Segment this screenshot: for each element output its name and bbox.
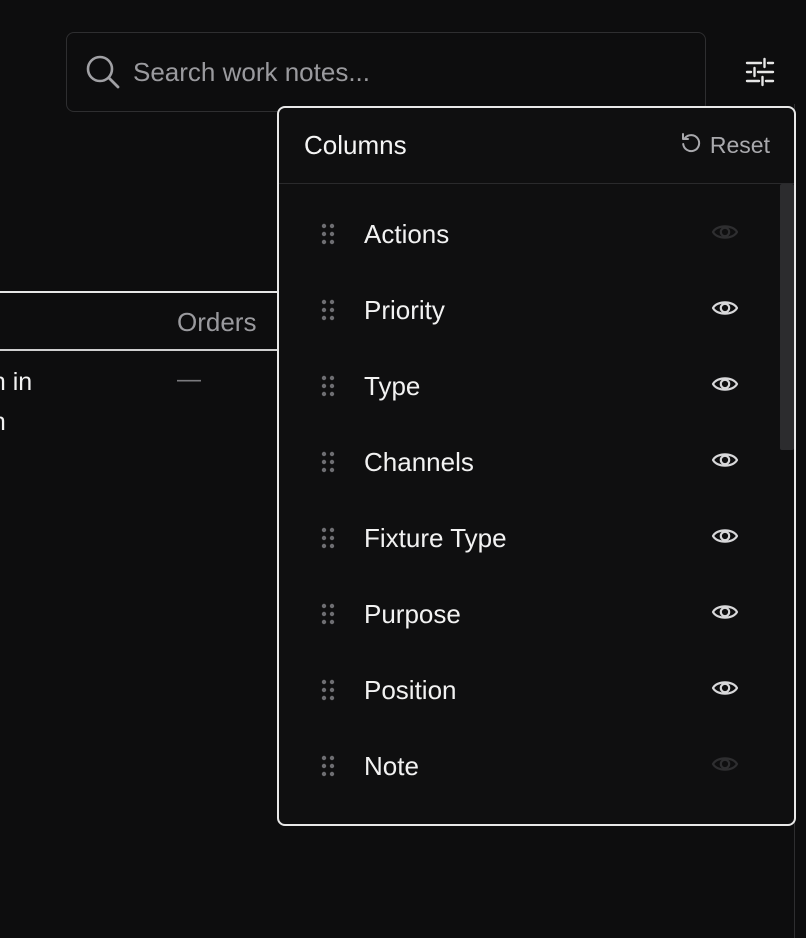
visibility-toggle[interactable] bbox=[709, 446, 741, 478]
column-item-label: Actions bbox=[364, 218, 450, 249]
popover-title: Columns bbox=[304, 130, 407, 160]
search-input[interactable] bbox=[133, 56, 705, 88]
column-item[interactable]: Note bbox=[279, 728, 794, 804]
table-cell-line: on in bbox=[0, 368, 33, 396]
reset-label: Reset bbox=[709, 132, 770, 158]
visibility-toggle[interactable] bbox=[709, 522, 741, 554]
reset-icon bbox=[680, 132, 702, 160]
column-item-label: Priority bbox=[364, 294, 445, 325]
column-item[interactable]: Actions bbox=[279, 196, 794, 272]
page: Orders on in on — Columns Reset Actions P… bbox=[0, 0, 806, 938]
drag-handle-icon[interactable] bbox=[321, 602, 335, 626]
drag-handle-icon[interactable] bbox=[321, 754, 335, 778]
table-cell-line: on bbox=[0, 402, 98, 442]
drag-handle-icon[interactable] bbox=[321, 526, 335, 550]
sliders-icon bbox=[745, 57, 775, 92]
drag-handle-icon[interactable] bbox=[321, 450, 335, 474]
column-item-label: Purpose bbox=[364, 598, 461, 629]
column-settings-button[interactable] bbox=[738, 52, 782, 96]
search-icon bbox=[85, 54, 121, 90]
eye-icon bbox=[711, 750, 739, 783]
column-header-orders[interactable]: Orders bbox=[177, 307, 256, 338]
column-item[interactable]: Purpose bbox=[279, 576, 794, 652]
visibility-toggle[interactable] bbox=[709, 218, 741, 250]
eye-icon bbox=[711, 370, 739, 403]
eye-icon bbox=[711, 598, 739, 631]
eye-icon bbox=[711, 446, 739, 479]
column-item-label: Type bbox=[364, 370, 421, 401]
drag-handle-icon[interactable] bbox=[321, 222, 335, 246]
reset-button[interactable]: Reset bbox=[680, 132, 770, 160]
drag-handle-icon[interactable] bbox=[321, 298, 335, 322]
popover-header: Columns Reset bbox=[279, 108, 794, 184]
visibility-toggle[interactable] bbox=[709, 370, 741, 402]
column-item[interactable]: Channels bbox=[279, 424, 794, 500]
eye-icon bbox=[711, 522, 739, 555]
eye-icon bbox=[711, 218, 739, 251]
search-bar[interactable] bbox=[66, 32, 706, 112]
column-item-label: Channels bbox=[364, 446, 474, 477]
eye-icon bbox=[711, 674, 739, 707]
column-item[interactable]: Position bbox=[279, 652, 794, 728]
column-list: Actions Priority Type Channels Fixture Type P… bbox=[279, 196, 794, 804]
eye-icon bbox=[711, 294, 739, 327]
column-item[interactable]: Priority bbox=[279, 272, 794, 348]
columns-popover: Columns Reset Actions Priority Type Channel… bbox=[277, 106, 796, 826]
drag-handle-icon[interactable] bbox=[321, 374, 335, 398]
table-cell-orders: — bbox=[177, 366, 201, 393]
visibility-toggle[interactable] bbox=[709, 598, 741, 630]
column-item[interactable]: Fixture Type bbox=[279, 500, 794, 576]
drag-handle-icon[interactable] bbox=[321, 678, 335, 702]
table-header: Orders bbox=[0, 291, 290, 351]
visibility-toggle[interactable] bbox=[709, 674, 741, 706]
visibility-toggle[interactable] bbox=[709, 294, 741, 326]
visibility-toggle[interactable] bbox=[709, 750, 741, 782]
column-item[interactable]: Type bbox=[279, 348, 794, 424]
table-cell-text: on in on bbox=[0, 362, 98, 442]
scrollbar-thumb[interactable] bbox=[780, 184, 794, 450]
column-item-label: Note bbox=[364, 750, 419, 781]
column-item-label: Position bbox=[364, 674, 457, 705]
scrollbar[interactable] bbox=[780, 184, 794, 824]
column-item-label: Fixture Type bbox=[364, 522, 507, 553]
